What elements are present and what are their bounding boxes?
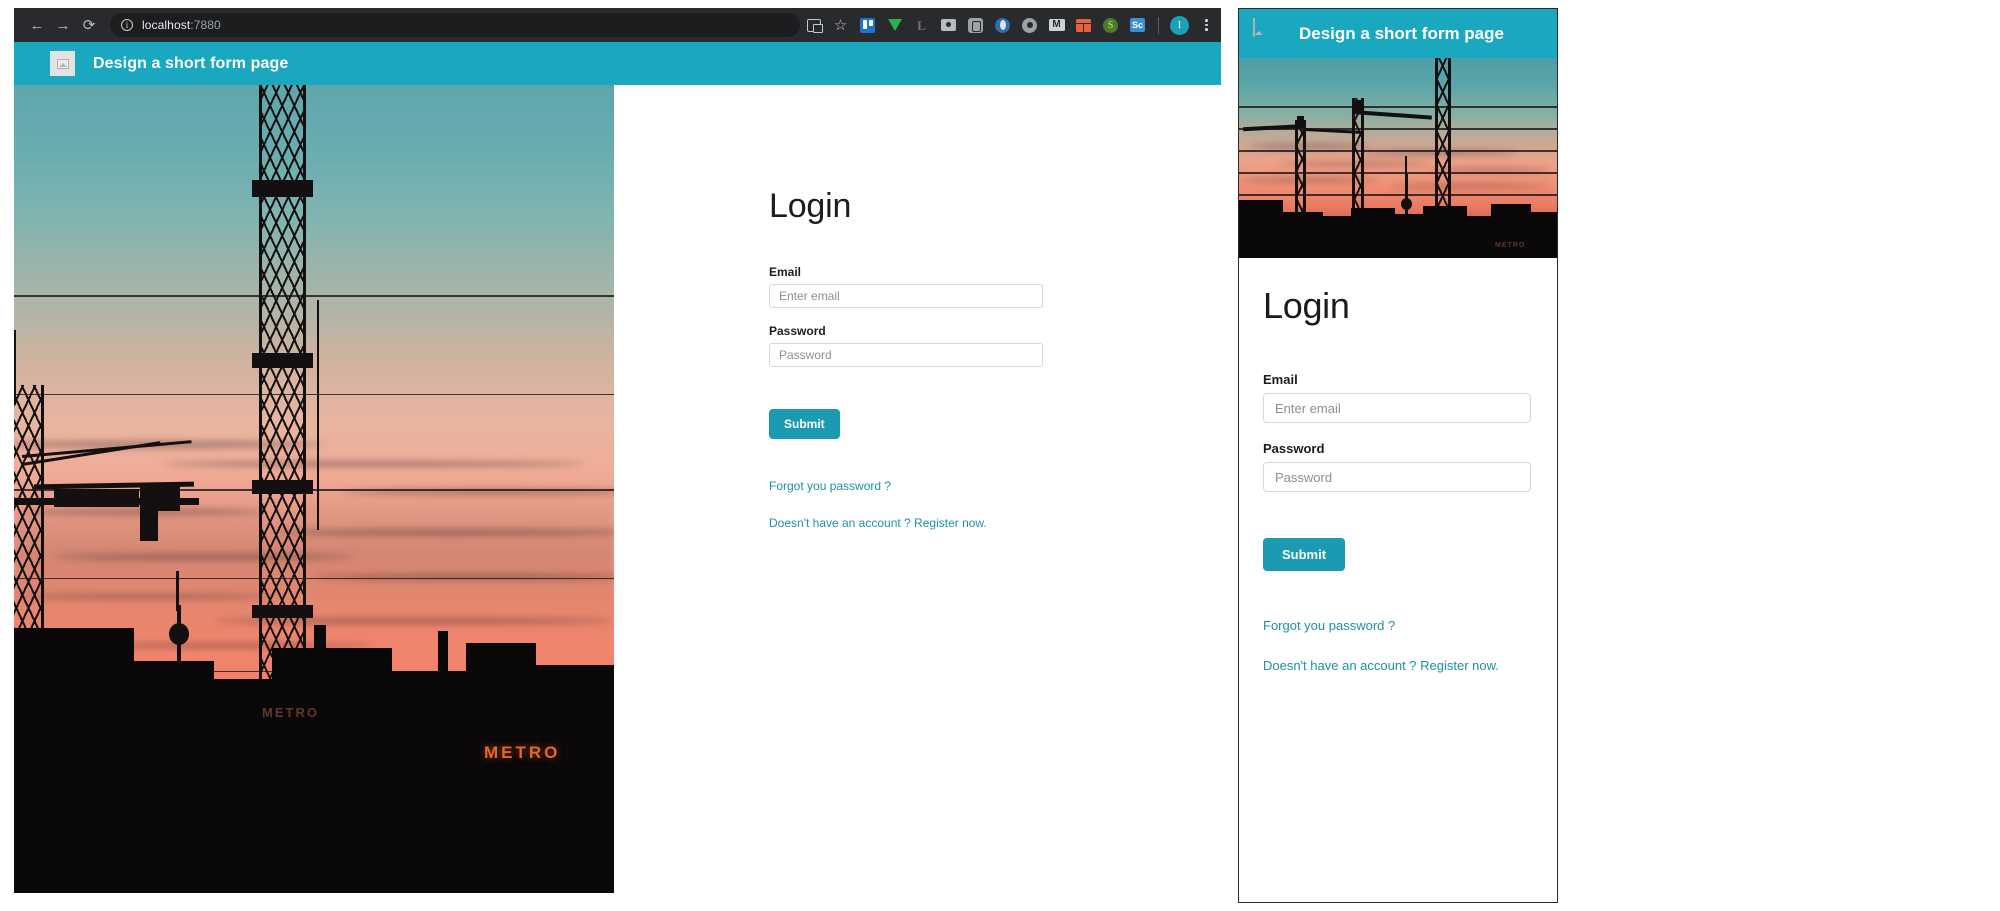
page-title: Design a short form page bbox=[93, 55, 288, 73]
mobile-forgot-password-row: Forgot you password ? bbox=[1263, 617, 1533, 635]
mobile-app-header: Design a short form page bbox=[1239, 9, 1557, 58]
login-form: Login Email Password Submit bbox=[769, 189, 1043, 532]
chrome-menu-icon[interactable] bbox=[1193, 12, 1220, 39]
mobile-register-row: Doesn't have an account ? Register now. bbox=[1263, 657, 1533, 675]
register-row: Doesn't have an account ? Register now. bbox=[769, 514, 1043, 532]
skype-extension-icon[interactable]: S bbox=[1097, 12, 1124, 39]
profile-avatar-initial: l bbox=[1170, 16, 1189, 35]
mobile-login-heading: Login bbox=[1263, 288, 1533, 324]
mobile-forgot-password-link[interactable]: Forgot you password ? bbox=[1263, 618, 1395, 633]
submit-button[interactable]: Submit bbox=[769, 409, 840, 439]
mobile-login-form: Login Email Password Submit Forgot you p… bbox=[1239, 258, 1557, 675]
metro-sign: METRO bbox=[484, 743, 560, 763]
opera-extension-icon[interactable] bbox=[989, 12, 1016, 39]
browser-window: ← → ⟳ i localhost:7880 ☆ L M S bbox=[14, 8, 1221, 893]
screenshot-camera-icon[interactable] bbox=[935, 12, 962, 39]
mobile-password-field-group: Password bbox=[1263, 441, 1533, 492]
mobile-password-input[interactable] bbox=[1263, 462, 1531, 492]
password-input[interactable] bbox=[769, 343, 1043, 367]
mobile-email-field-group: Email bbox=[1263, 372, 1533, 423]
password-label: Password bbox=[769, 324, 1043, 338]
screencast-sg-icon[interactable]: Sc bbox=[1124, 12, 1151, 39]
sunset-cityscape-photo: METRO METRO bbox=[14, 85, 614, 893]
email-field-group: Email bbox=[769, 265, 1043, 308]
pin-extension-icon[interactable] bbox=[881, 12, 908, 39]
mobile-preview-panel: Design a short form page bbox=[1238, 8, 1558, 903]
email-input[interactable] bbox=[769, 284, 1043, 308]
password-field-group: Password bbox=[769, 324, 1043, 367]
screenshot-root: ← → ⟳ i localhost:7880 ☆ L M S bbox=[0, 0, 2000, 911]
reload-icon[interactable]: ⟳ bbox=[76, 12, 102, 38]
forgot-password-link[interactable]: Forgot you password ? bbox=[769, 479, 891, 493]
translate-icon[interactable] bbox=[800, 12, 827, 39]
email-label: Email bbox=[769, 265, 1043, 279]
bookmark-star-icon[interactable]: ☆ bbox=[827, 12, 854, 39]
back-icon[interactable]: ← bbox=[24, 12, 50, 38]
settings-gear-icon[interactable] bbox=[1016, 12, 1043, 39]
broken-image-placeholder-icon bbox=[50, 51, 75, 76]
mobile-email-label: Email bbox=[1263, 372, 1533, 387]
url-host: localhost bbox=[142, 18, 190, 32]
submit-row: Submit bbox=[769, 409, 1043, 439]
register-link[interactable]: Doesn't have an account ? Register now. bbox=[769, 516, 987, 530]
mobile-metro-sign: METRO bbox=[1495, 242, 1525, 249]
browser-toolbar: ← → ⟳ i localhost:7880 ☆ L M S bbox=[14, 8, 1221, 42]
sunset-cityscape-photo-mobile: METRO bbox=[1239, 58, 1557, 258]
split-layout: METRO METRO Login Email Password bbox=[14, 85, 1221, 893]
site-info-icon[interactable]: i bbox=[121, 19, 133, 31]
lastpass-l-icon[interactable]: L bbox=[908, 12, 935, 39]
url-text: localhost:7880 bbox=[142, 18, 221, 32]
metro-sign-secondary: METRO bbox=[262, 705, 319, 720]
login-heading: Login bbox=[769, 189, 1043, 223]
toolbar-divider bbox=[1158, 17, 1159, 34]
mobile-password-label: Password bbox=[1263, 441, 1533, 456]
grid-extension-icon[interactable] bbox=[1070, 12, 1097, 39]
gmail-extension-icon[interactable]: M bbox=[1043, 12, 1070, 39]
password-manager-icon[interactable] bbox=[962, 12, 989, 39]
page-viewport: Design a short form page bbox=[14, 42, 1221, 893]
trello-extension-icon[interactable] bbox=[854, 12, 881, 39]
mobile-submit-button[interactable]: Submit bbox=[1263, 538, 1345, 571]
mobile-register-link[interactable]: Doesn't have an account ? Register now. bbox=[1263, 658, 1499, 673]
address-bar[interactable]: i localhost:7880 bbox=[110, 13, 800, 37]
mobile-page-title: Design a short form page bbox=[1299, 24, 1504, 44]
extension-icon-tray: ☆ L M S Sc l bbox=[800, 12, 1220, 39]
url-port: :7880 bbox=[190, 18, 221, 32]
app-header: Design a short form page bbox=[14, 42, 1221, 85]
profile-avatar[interactable]: l bbox=[1166, 12, 1193, 39]
mobile-submit-row: Submit bbox=[1263, 538, 1533, 571]
forward-icon[interactable]: → bbox=[50, 12, 76, 38]
broken-image-placeholder-icon bbox=[1253, 19, 1283, 49]
forgot-password-row: Forgot you password ? bbox=[769, 477, 1043, 495]
mobile-hero-image: METRO bbox=[1239, 58, 1557, 258]
login-form-pane: Login Email Password Submit bbox=[614, 85, 1221, 893]
hero-image-pane: METRO METRO bbox=[14, 85, 614, 893]
mobile-email-input[interactable] bbox=[1263, 393, 1531, 423]
